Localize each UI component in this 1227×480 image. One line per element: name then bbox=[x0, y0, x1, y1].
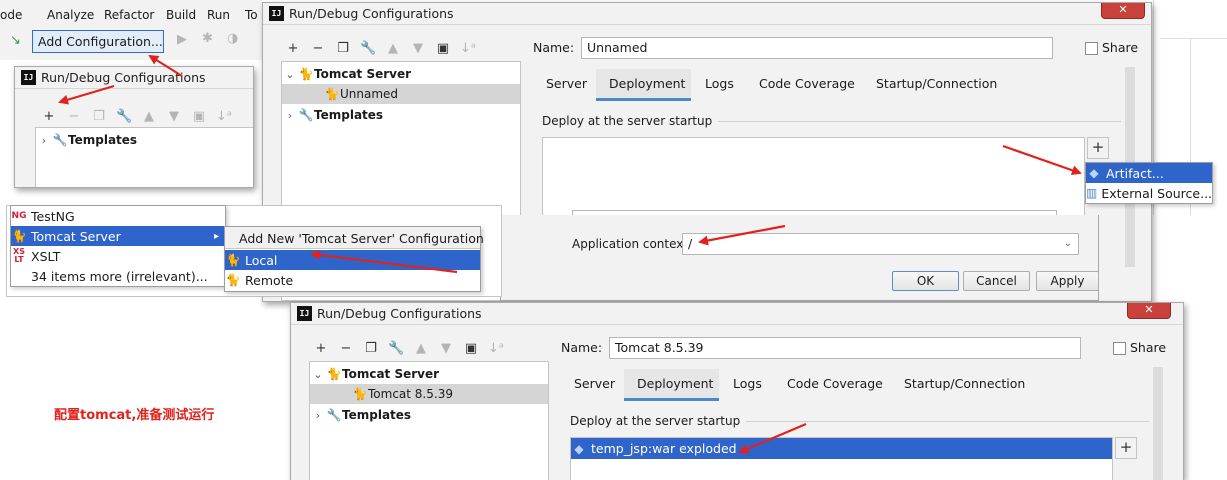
arrow-to-artifact bbox=[1002, 144, 1082, 176]
arrow-to-war-exploded bbox=[738, 422, 807, 454]
annotation-arrows bbox=[58, 54, 1082, 454]
arrow-to-app-context bbox=[698, 224, 786, 246]
arrow-to-add-configuration bbox=[148, 54, 183, 77]
arrow-to-local bbox=[310, 250, 458, 274]
arrow-to-add-button bbox=[58, 84, 115, 105]
